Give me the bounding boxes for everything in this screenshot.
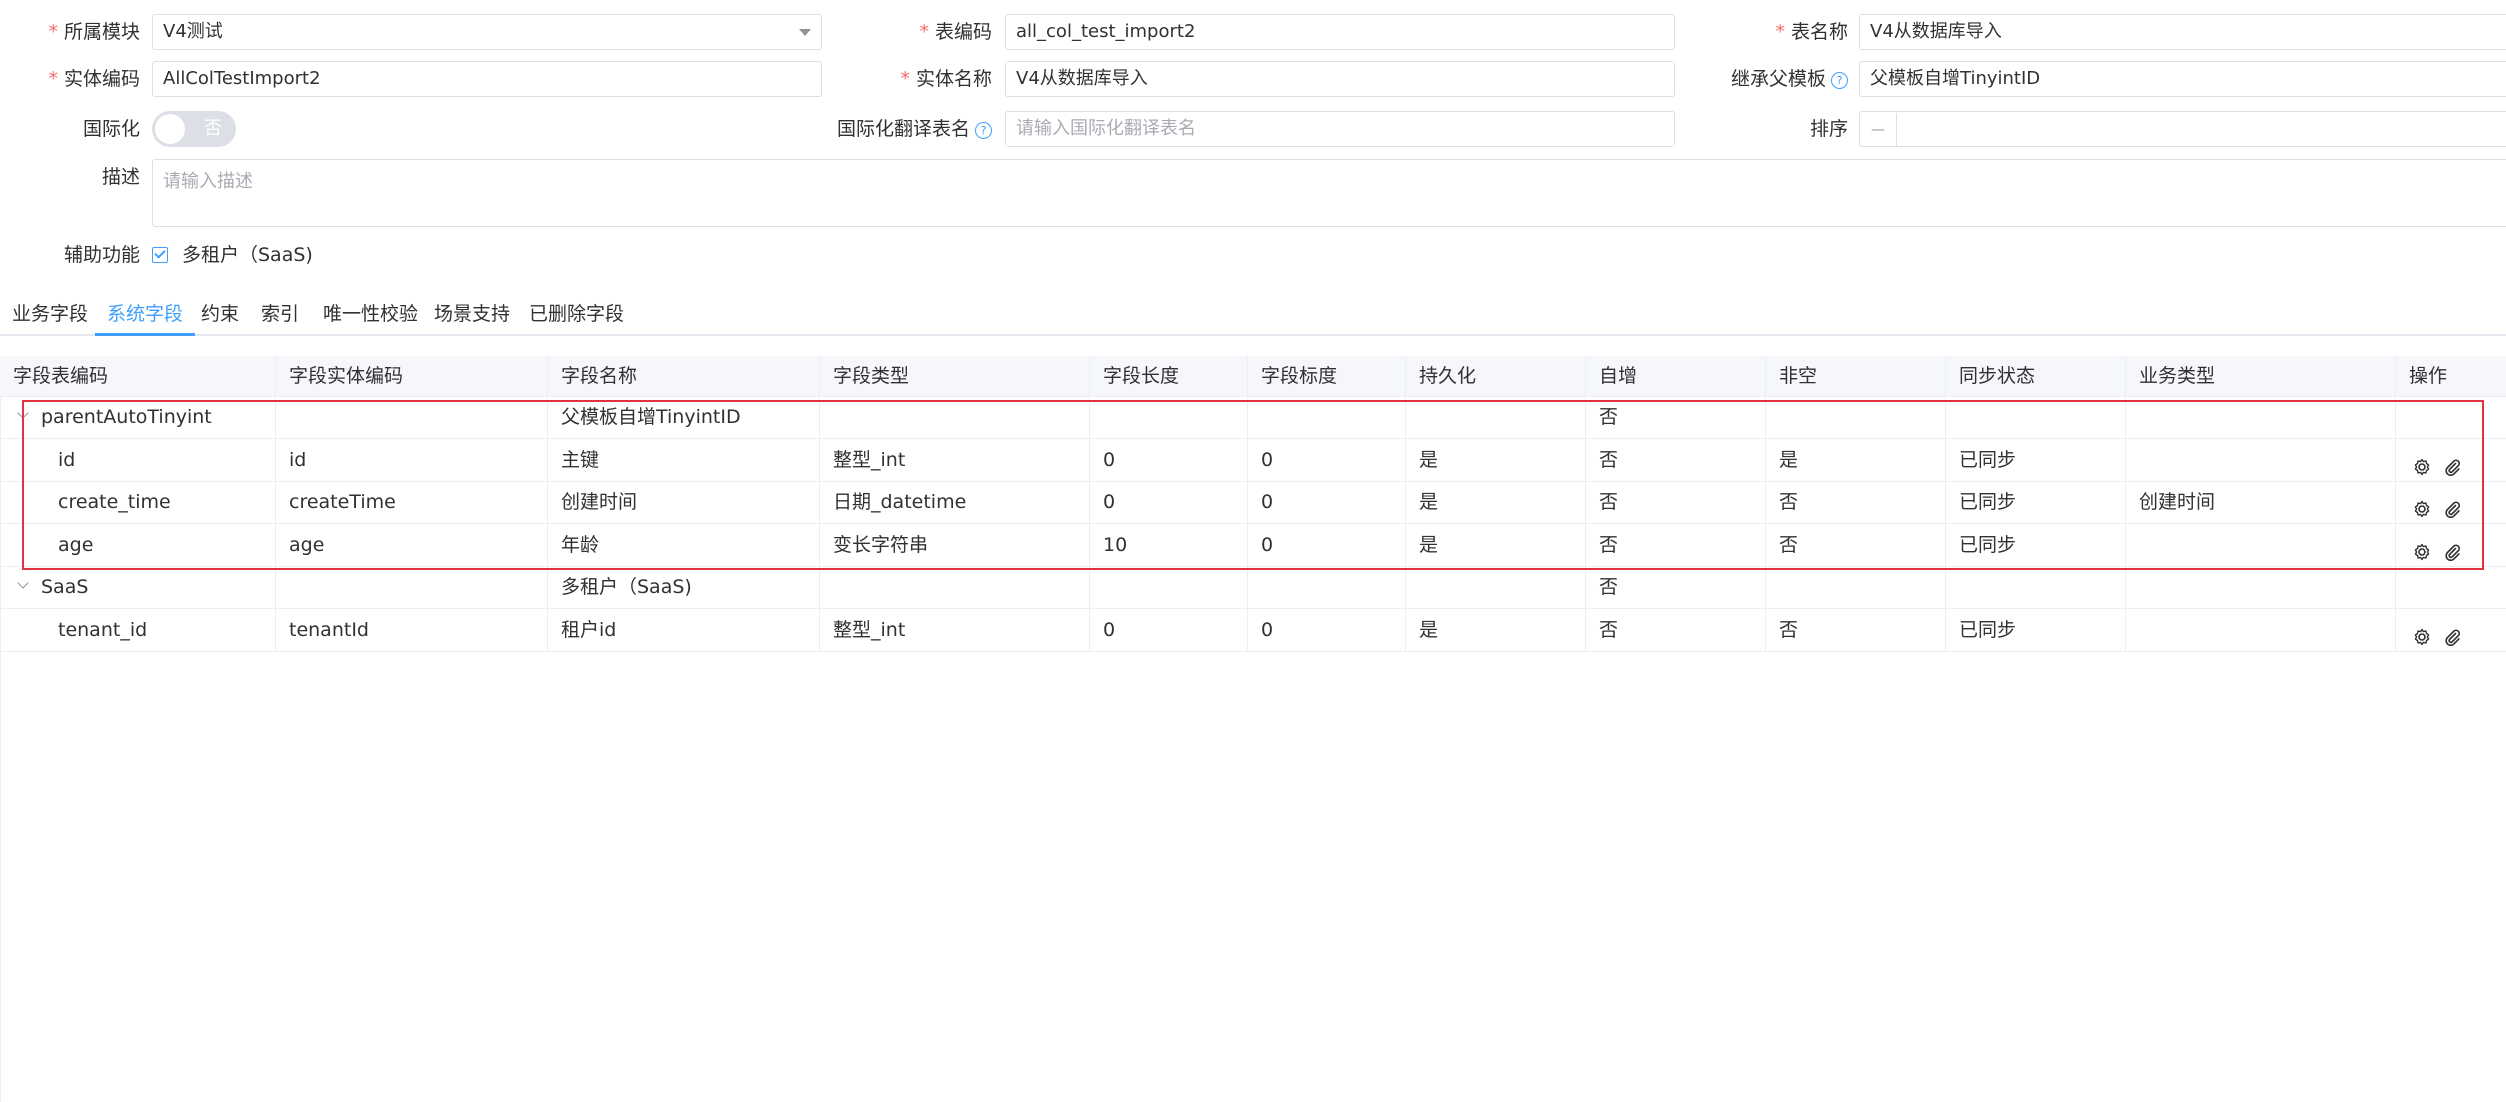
i18n-label: 国际化 bbox=[82, 118, 140, 140]
i18n-table-label: 国际化翻译表名? bbox=[800, 111, 992, 147]
highlight-box bbox=[22, 400, 2484, 570]
description-textarea[interactable]: 请输入描述 bbox=[152, 159, 2506, 227]
cell-text: 否 bbox=[1599, 618, 1619, 641]
table-cell bbox=[2396, 566, 2506, 608]
cell-text: 租户id bbox=[561, 618, 617, 641]
table-group-row[interactable]: SaaS 多租户（SaaS) 否 bbox=[0, 566, 2506, 609]
switch-knob bbox=[155, 114, 185, 144]
decrease-button[interactable]: — bbox=[1860, 113, 1897, 146]
parent-template-input[interactable]: 父模板自增TinyintID bbox=[1859, 61, 2506, 97]
col-header[interactable]: 业务类型 bbox=[2126, 356, 2396, 396]
cell-text: tenant_id bbox=[58, 618, 148, 641]
table-cell: 多租户（SaaS) bbox=[548, 566, 820, 608]
help-icon[interactable]: ? bbox=[1831, 72, 1848, 89]
cell-text: 0 bbox=[1103, 618, 1116, 641]
module-select[interactable]: V4测试 bbox=[152, 14, 822, 50]
table-cell bbox=[1946, 566, 2126, 608]
gear-icon[interactable] bbox=[2412, 620, 2432, 645]
tab-deleted-fields[interactable]: 已删除字段 bbox=[529, 294, 624, 334]
cell-text: 否 bbox=[1779, 618, 1799, 641]
tab-scenario-support[interactable]: 场景支持 bbox=[434, 294, 510, 334]
cell-text: 已同步 bbox=[1959, 618, 2017, 641]
col-header[interactable]: 字段类型 bbox=[820, 356, 1090, 396]
cell-text: 是 bbox=[1419, 618, 1439, 641]
col-header[interactable]: 字段长度 bbox=[1090, 356, 1248, 396]
col-header[interactable]: 字段标度 bbox=[1248, 356, 1406, 396]
table-cell bbox=[1766, 566, 1946, 608]
table-cell: 否 bbox=[1766, 608, 1946, 651]
table-name-input[interactable]: V4从数据库导入 bbox=[1859, 14, 2506, 50]
table-cell: 0 bbox=[1090, 608, 1248, 651]
paperclip-icon[interactable] bbox=[2442, 620, 2462, 646]
table-cell: 否 bbox=[1586, 566, 1766, 608]
tab-indexes[interactable]: 索引 bbox=[261, 294, 299, 334]
cell-text: 0 bbox=[1261, 618, 1274, 641]
entity-code-label: * 实体编码 bbox=[48, 68, 140, 90]
tab-business-fields[interactable]: 业务字段 bbox=[12, 294, 88, 334]
table-cell bbox=[2126, 608, 2396, 651]
module-label: * 所属模块 bbox=[48, 21, 140, 43]
tab-uniqueness-check[interactable]: 唯一性校验 bbox=[323, 294, 418, 334]
switch-text: 否 bbox=[204, 118, 222, 139]
table-cell bbox=[2126, 566, 2396, 608]
i18n-switch[interactable]: 否 bbox=[152, 111, 236, 147]
col-header[interactable]: 字段名称 bbox=[548, 356, 820, 396]
col-header[interactable]: 字段表编码 bbox=[0, 356, 276, 396]
table-cell bbox=[1248, 566, 1406, 608]
table-name-label: * 表名称 bbox=[1775, 21, 1848, 43]
col-header[interactable]: 持久化 bbox=[1406, 356, 1586, 396]
table-header: 字段表编码 字段实体编码 字段名称 字段类型 字段长度 字段标度 持久化 自增 … bbox=[0, 356, 2506, 397]
table-cell: 整型_int bbox=[820, 608, 1090, 651]
table-code-label: * 表编码 bbox=[919, 21, 992, 43]
entity-code-input[interactable]: AllColTestImport2 bbox=[152, 61, 822, 97]
entity-name-input[interactable]: V4从数据库导入 bbox=[1005, 61, 1675, 97]
col-header[interactable]: 自增 bbox=[1586, 356, 1766, 396]
table-cell bbox=[2396, 609, 2506, 651]
table-cell: tenant_id bbox=[0, 608, 276, 651]
i18n-table-input[interactable]: 请输入国际化翻译表名 bbox=[1005, 111, 1675, 147]
table-code-input[interactable]: all_col_test_import2 bbox=[1005, 14, 1675, 50]
parent-template-label: 继承父模板? bbox=[1700, 61, 1848, 97]
tab-constraints[interactable]: 约束 bbox=[201, 294, 239, 334]
cell-text: SaaS bbox=[41, 576, 89, 598]
cell-text: 整型_int bbox=[833, 618, 906, 641]
table-cell: SaaS bbox=[0, 566, 276, 608]
field-tabs: 业务字段 系统字段 约束 索引 唯一性校验 场景支持 已删除字段 bbox=[0, 294, 2506, 336]
aux-label: 辅助功能 bbox=[63, 244, 140, 266]
cell-text: tenantId bbox=[289, 618, 369, 641]
table-cell: 否 bbox=[1586, 608, 1766, 651]
saas-checkbox-label[interactable]: 多租户（SaaS) bbox=[182, 237, 313, 273]
entity-name-label: * 实体名称 bbox=[900, 68, 992, 90]
table-row[interactable]: tenant_id tenantId 租户id 整型_int 0 0 是 否 否 已同步 bbox=[0, 608, 2506, 652]
col-header[interactable]: 同步状态 bbox=[1946, 356, 2126, 396]
table-cell bbox=[1406, 566, 1586, 608]
col-header[interactable]: 字段实体编码 bbox=[276, 356, 548, 396]
table-cell: 租户id bbox=[548, 608, 820, 651]
saas-checkbox[interactable] bbox=[152, 247, 168, 263]
sort-stepper[interactable]: — bbox=[1859, 111, 2506, 147]
col-header[interactable]: 操作 bbox=[2396, 356, 2506, 396]
table-cell bbox=[1090, 566, 1248, 608]
cell-text: 多租户（SaaS) bbox=[561, 576, 692, 598]
table-cell bbox=[820, 566, 1090, 608]
description-label: 描述 bbox=[101, 166, 140, 188]
caret-down-icon bbox=[799, 29, 811, 36]
sort-label: 排序 bbox=[1809, 118, 1848, 140]
table-cell bbox=[276, 566, 548, 608]
table-cell: 是 bbox=[1406, 608, 1586, 651]
expand-toggle-icon[interactable] bbox=[16, 566, 30, 608]
tab-system-fields[interactable]: 系统字段 bbox=[94, 294, 196, 336]
table-cell: 0 bbox=[1248, 608, 1406, 651]
table-cell: tenantId bbox=[276, 608, 548, 651]
col-header[interactable]: 非空 bbox=[1766, 356, 1946, 396]
table-cell: 已同步 bbox=[1946, 608, 2126, 651]
help-icon[interactable]: ? bbox=[975, 122, 992, 139]
cell-text: 否 bbox=[1599, 576, 1619, 598]
